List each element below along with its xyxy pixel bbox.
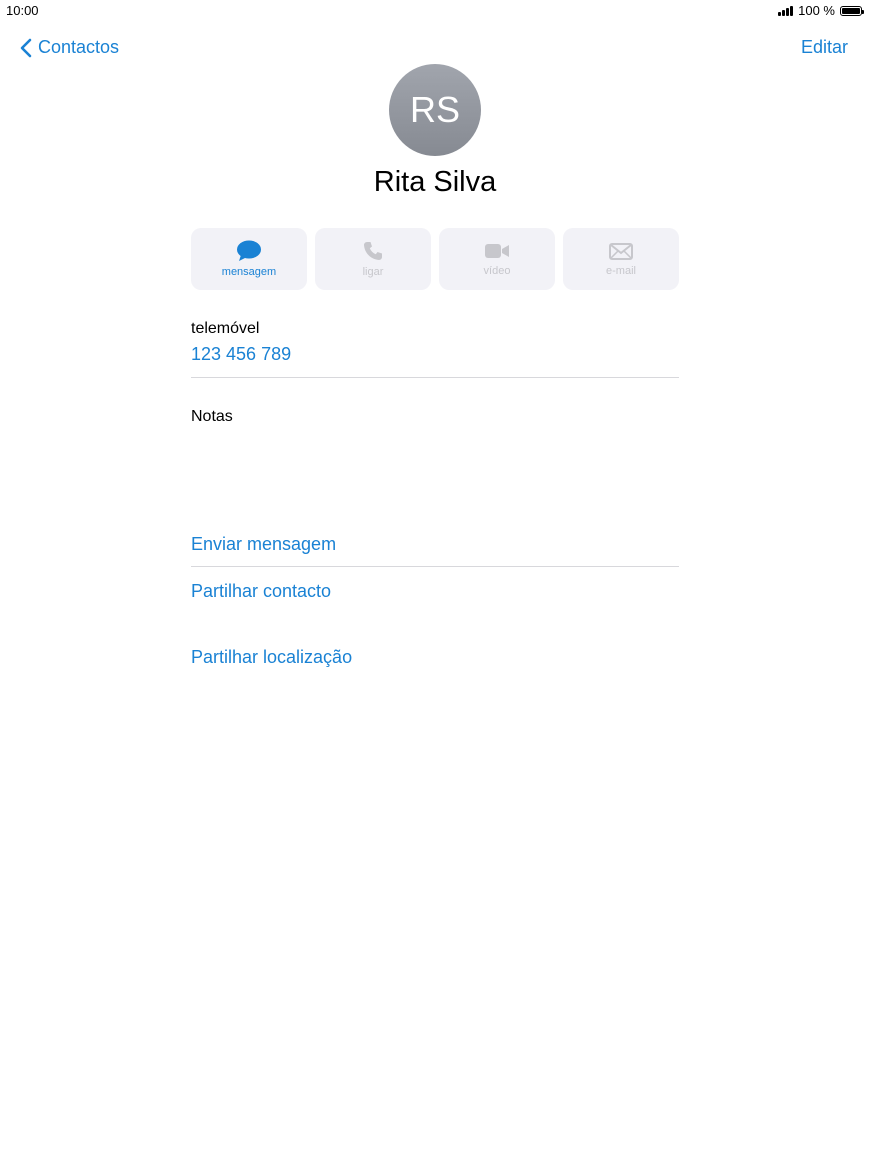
phone-label: telemóvel bbox=[191, 320, 260, 337]
message-bubble-icon bbox=[237, 240, 261, 261]
battery-level bbox=[842, 7, 860, 14]
battery-icon bbox=[840, 5, 864, 16]
battery-percentage: 100 % bbox=[798, 3, 835, 18]
divider bbox=[191, 566, 679, 567]
avatar: RS bbox=[389, 64, 481, 156]
message-button[interactable]: mensagem bbox=[191, 228, 307, 290]
email-label: e-mail bbox=[606, 265, 636, 277]
phone-number[interactable]: 123 456 789 bbox=[191, 344, 291, 365]
video-camera-icon bbox=[485, 244, 509, 258]
avatar-initials: RS bbox=[409, 89, 460, 130]
chevron-left-icon bbox=[20, 38, 32, 57]
video-label: vídeo bbox=[483, 265, 511, 277]
action-buttons: mensagem ligar vídeo e-mail bbox=[191, 228, 679, 290]
phone-icon bbox=[364, 242, 382, 260]
signal-icon bbox=[778, 5, 794, 16]
notes-label: Notas bbox=[191, 408, 233, 425]
back-button[interactable]: Contactos bbox=[20, 37, 119, 58]
contact-name: Rita Silva bbox=[373, 166, 497, 198]
message-label: mensagem bbox=[221, 266, 277, 278]
call-button[interactable]: ligar bbox=[315, 228, 431, 290]
share-location-link[interactable]: Partilhar localização bbox=[191, 647, 352, 668]
send-message-link[interactable]: Enviar mensagem bbox=[191, 534, 336, 555]
share-contact-link[interactable]: Partilhar contacto bbox=[191, 581, 331, 602]
call-label: ligar bbox=[362, 266, 384, 278]
status-bar: 10:00 100 % bbox=[0, 0, 870, 22]
back-label: Contactos bbox=[38, 37, 120, 57]
edit-button[interactable]: Editar bbox=[801, 37, 848, 58]
envelope-icon bbox=[609, 243, 633, 260]
video-button[interactable]: vídeo bbox=[439, 228, 555, 290]
email-button[interactable]: e-mail bbox=[563, 228, 679, 290]
status-indicators: 100 % bbox=[778, 3, 864, 18]
divider bbox=[191, 377, 679, 378]
status-time: 10:00 bbox=[6, 3, 39, 18]
